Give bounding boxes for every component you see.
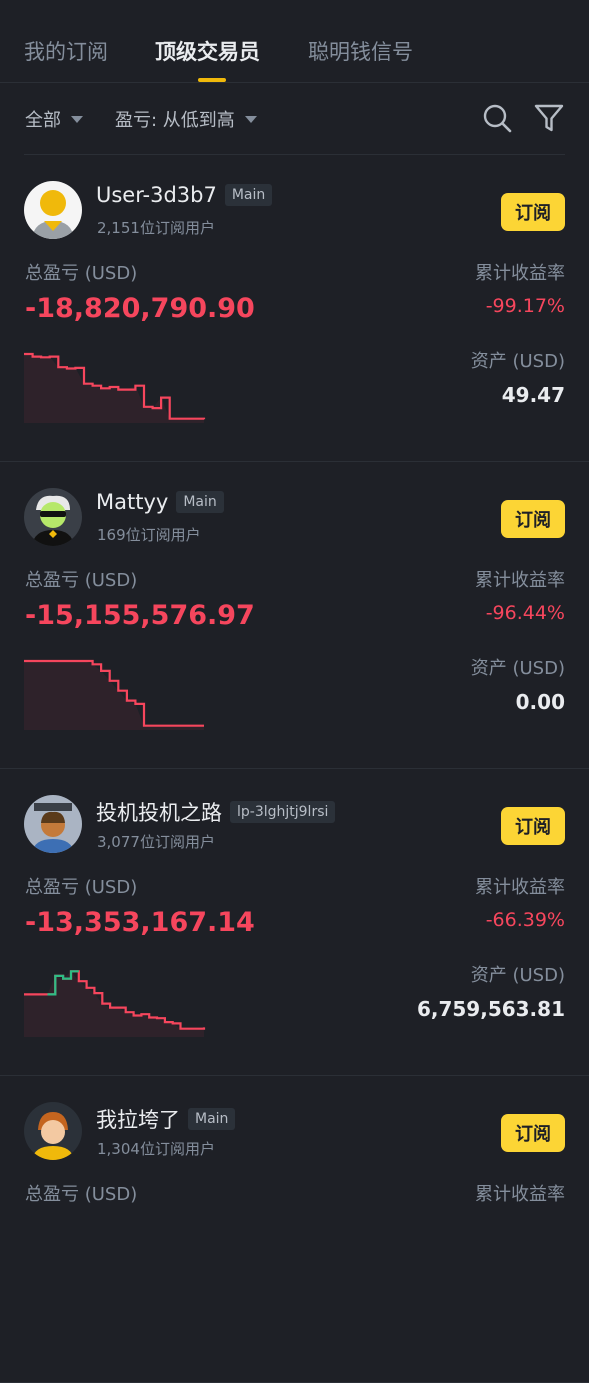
filter-bar: 全部 盈亏: 从低到高 xyxy=(0,96,589,154)
asset-label: 资产 (USD) xyxy=(470,351,565,372)
account-tag: Main xyxy=(224,184,273,206)
account-tag: Main xyxy=(188,1108,236,1130)
subscriber-count: 3,077位订阅用户 xyxy=(97,833,215,851)
avatar xyxy=(24,181,82,239)
asset-label: 资产 (USD) xyxy=(470,965,565,986)
roi-value: -96.44% xyxy=(485,602,565,624)
scope-dropdown-label: 全部 xyxy=(25,110,61,131)
scope-dropdown[interactable]: 全部 xyxy=(25,106,83,132)
subscribe-button[interactable]: 订阅 xyxy=(501,193,565,231)
roi-label: 累计收益率 xyxy=(475,1184,565,1205)
trader-name-row[interactable]: Mattyy Main xyxy=(96,490,224,514)
subscriber-count: 1,304位订阅用户 xyxy=(97,1140,215,1158)
pnl-label: 总盈亏 (USD) xyxy=(25,1184,138,1205)
pnl-value: -18,820,790.90 xyxy=(25,293,255,324)
subscriber-count: 169位订阅用户 xyxy=(97,526,201,544)
asset-value: 6,759,563.81 xyxy=(416,997,565,1021)
filter-icon[interactable] xyxy=(533,102,565,134)
trader-name: 我拉垮了 xyxy=(96,1108,180,1132)
sort-dropdown-label: 盈亏: 从低到高 xyxy=(115,110,235,131)
trader-card[interactable]: Mattyy Main 169位订阅用户 订阅 总盈亏 (USD) -15,15… xyxy=(0,462,589,769)
roi-label: 累计收益率 xyxy=(475,263,565,284)
account-tag: Main xyxy=(176,491,224,513)
pnl-value: -13,353,167.14 xyxy=(25,907,255,938)
tab-my-subscriptions[interactable]: 我的订阅 xyxy=(24,36,108,66)
subscribe-button[interactable]: 订阅 xyxy=(501,1114,565,1152)
asset-value: 49.47 xyxy=(501,383,565,407)
tab-smart-money-signals[interactable]: 聪明钱信号 xyxy=(308,36,413,66)
asset-label: 资产 (USD) xyxy=(470,658,565,679)
avatar xyxy=(24,1102,82,1160)
pnl-sparkline xyxy=(24,970,206,1037)
roi-value: -66.39% xyxy=(485,909,565,931)
pnl-label: 总盈亏 (USD) xyxy=(25,570,138,591)
top-tab-bar: 我的订阅 顶级交易员 聪明钱信号 xyxy=(0,0,589,83)
trader-name: User-3d3b7 xyxy=(96,183,217,207)
trader-name-row[interactable]: User-3d3b7 Main xyxy=(96,183,273,207)
subscriber-count: 2,151位订阅用户 xyxy=(97,219,215,237)
pnl-value: -15,155,576.97 xyxy=(25,600,255,631)
avatar xyxy=(24,795,82,853)
sort-dropdown[interactable]: 盈亏: 从低到高 xyxy=(115,106,257,132)
roi-label: 累计收益率 xyxy=(475,570,565,591)
trader-name-row[interactable]: 投机投机之路 lp-3lghjtj9lrsi xyxy=(96,797,336,827)
trader-name-row[interactable]: 我拉垮了 Main xyxy=(96,1104,236,1134)
trader-card[interactable]: User-3d3b7 Main 2,151位订阅用户 订阅 总盈亏 (USD) … xyxy=(0,155,589,462)
subscribe-button[interactable]: 订阅 xyxy=(501,500,565,538)
caret-down-icon xyxy=(244,115,257,123)
sparkline-area xyxy=(24,661,204,730)
roi-value: -99.17% xyxy=(485,295,565,317)
pnl-sparkline xyxy=(24,352,206,423)
asset-value: 0.00 xyxy=(515,690,565,714)
pnl-label: 总盈亏 (USD) xyxy=(25,877,138,898)
search-icon[interactable] xyxy=(481,102,513,134)
pnl-sparkline xyxy=(24,659,204,730)
sparkline-area xyxy=(24,354,204,423)
account-tag: lp-3lghjtj9lrsi xyxy=(230,801,336,823)
trader-name: Mattyy xyxy=(96,490,169,514)
subscribe-button[interactable]: 订阅 xyxy=(501,807,565,845)
active-tab-indicator xyxy=(198,78,226,82)
sparkline-area xyxy=(24,971,204,1037)
pnl-label: 总盈亏 (USD) xyxy=(25,263,138,284)
trader-name: 投机投机之路 xyxy=(96,801,222,825)
trader-card[interactable]: 投机投机之路 lp-3lghjtj9lrsi 3,077位订阅用户 订阅 总盈亏… xyxy=(0,769,589,1076)
caret-down-icon xyxy=(71,115,83,123)
roi-label: 累计收益率 xyxy=(475,877,565,898)
trader-card[interactable]: 我拉垮了 Main 1,304位订阅用户 订阅 总盈亏 (USD) 累计收益率 xyxy=(0,1076,589,1383)
avatar xyxy=(24,488,82,546)
tab-top-traders[interactable]: 顶级交易员 xyxy=(155,36,260,66)
